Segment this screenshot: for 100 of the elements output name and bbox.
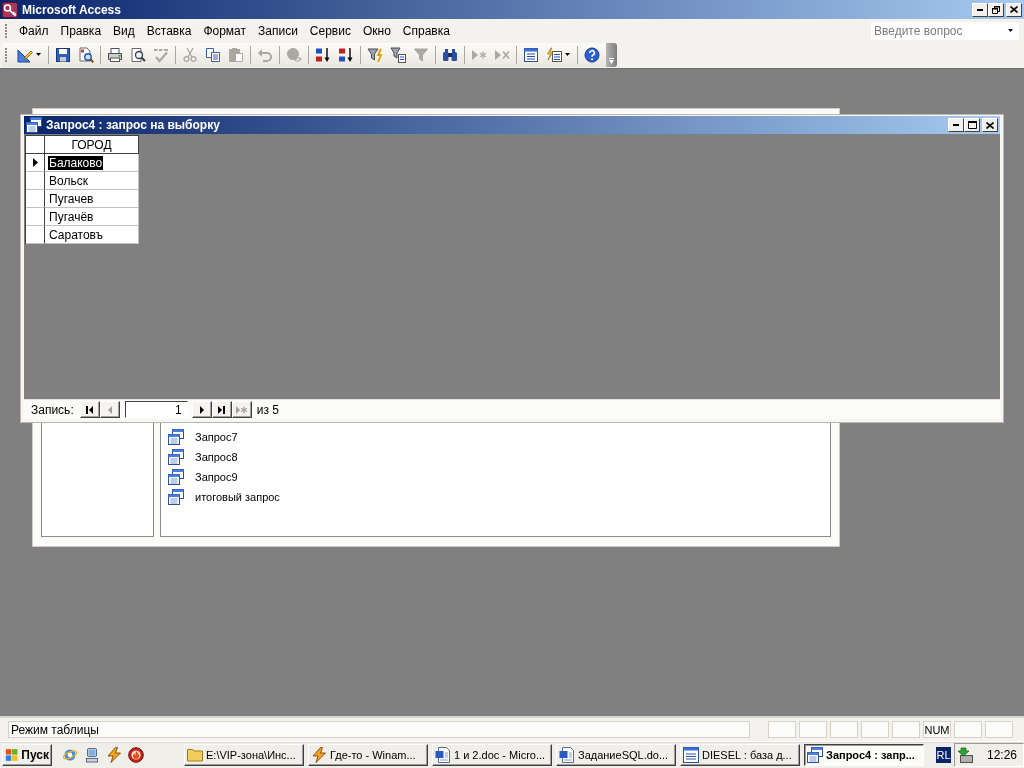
database-window-icon [683, 747, 699, 763]
table-cell: Вольск [45, 172, 139, 190]
close-button[interactable] [1006, 2, 1022, 17]
device-arrow-icon[interactable] [958, 747, 974, 763]
table-cell: Пугачёв [45, 208, 139, 226]
restore-button[interactable] [988, 2, 1004, 17]
new-record-icon [236, 405, 248, 414]
printer-icon[interactable] [106, 46, 123, 63]
funnel-form-icon[interactable] [389, 46, 406, 63]
taskbar-button[interactable]: 1 и 2.doc - Micro... [432, 744, 552, 766]
menu-item[interactable]: Окно [356, 21, 397, 40]
next-record-icon [199, 405, 204, 414]
record-selector[interactable] [26, 154, 45, 172]
indicator-panel [985, 721, 1013, 738]
lightning-icon [311, 747, 327, 763]
table-cell: Саратовъ [45, 226, 139, 244]
indicator-panel [830, 721, 858, 738]
previous-record-icon [107, 405, 112, 414]
funnel-lightning-icon[interactable] [366, 46, 383, 63]
folder-icon [187, 747, 203, 763]
computer-icon[interactable] [84, 747, 100, 763]
datasheet-icon [168, 449, 184, 465]
page-magnifier-icon[interactable] [77, 46, 94, 63]
minimize-button[interactable] [972, 2, 988, 17]
window-title: Microsoft Access [22, 2, 121, 17]
minimize-icon [977, 8, 983, 11]
maximize-button[interactable] [964, 118, 980, 132]
column-header[interactable]: ГОРОД [45, 136, 139, 154]
caret-icon[interactable] [1007, 29, 1013, 32]
binoculars-icon[interactable] [441, 46, 458, 63]
datasheet-icon [26, 117, 42, 133]
menu-item[interactable]: Записи [252, 21, 304, 40]
question-field[interactable]: Введите вопрос [871, 21, 1001, 40]
record-label: Запись: [31, 402, 74, 417]
taskbar-button[interactable]: ЗаданиеSQL.do... [556, 744, 676, 766]
indicator-panel [861, 721, 889, 738]
query-list-item[interactable]: Запрос8 [168, 447, 238, 467]
taskbar-button[interactable]: DIESEL : база д... [680, 744, 800, 766]
indicator-panel [799, 721, 827, 738]
help-icon[interactable] [583, 46, 600, 63]
menu-item[interactable]: Вставка [140, 21, 198, 40]
new-object-icon[interactable] [546, 46, 562, 63]
record-selector[interactable] [26, 226, 45, 244]
table-cell: Балаково [45, 154, 139, 172]
current-record-icon [32, 158, 38, 167]
menu-item[interactable]: Правка [54, 21, 108, 40]
menu-item[interactable]: Справка [396, 21, 456, 40]
restore-icon [992, 5, 1000, 14]
select-all-corner[interactable] [26, 136, 45, 154]
query-list-item[interactable]: итоговый запрос [168, 487, 280, 507]
caret-icon[interactable] [36, 53, 41, 56]
datasheet-icon [168, 469, 184, 485]
key-icon [2, 1, 18, 18]
table-cell: Пугачев [45, 190, 139, 208]
page-preview-icon[interactable] [129, 46, 146, 63]
copy-pages-icon[interactable] [204, 46, 221, 63]
datasheet-icon [168, 489, 184, 505]
record-number-field[interactable]: 1 [124, 401, 188, 418]
menu-item[interactable]: Вид [107, 21, 141, 40]
database-window-icon[interactable] [522, 46, 539, 63]
status-text: Режим таблицы [8, 721, 750, 738]
orbit-globe-icon[interactable] [62, 747, 78, 763]
taskbar-button[interactable]: Запрос4 : запр... [804, 744, 924, 766]
minimize-button[interactable] [948, 118, 964, 132]
close-icon [986, 121, 994, 129]
query-list-item[interactable]: Запрос9 [168, 467, 238, 487]
document-icon [559, 747, 575, 763]
lightning-icon[interactable] [106, 747, 122, 763]
sort-descending-icon[interactable] [337, 46, 354, 63]
record-selector[interactable] [26, 190, 45, 208]
record-selector[interactable] [26, 208, 45, 226]
first-record-icon [86, 405, 94, 414]
dropdown-button[interactable] [1001, 21, 1019, 40]
minimize-icon [953, 124, 959, 126]
next-record-button[interactable] [191, 401, 212, 418]
menu-item[interactable]: Файл [13, 21, 55, 40]
close-button[interactable] [982, 118, 998, 132]
first-record-button[interactable] [79, 401, 100, 418]
taskbar-button[interactable]: Где-то - Winam... [308, 744, 428, 766]
datasheet-icon [168, 429, 184, 445]
menu-item[interactable]: Сервис [303, 21, 357, 40]
indicator-panel: NUM [923, 721, 951, 738]
flame-disc-icon[interactable] [128, 747, 144, 763]
record-selector[interactable] [26, 172, 45, 190]
sort-ascending-icon[interactable] [314, 46, 331, 63]
query-list-item[interactable]: Запрос7 [168, 427, 238, 447]
start-button[interactable]: Пуск [2, 744, 52, 766]
datasheet-icon [807, 747, 823, 763]
document-icon [435, 747, 451, 763]
taskbar-button[interactable]: E:\VIP-зона\Инс... [184, 744, 304, 766]
caret-icon[interactable] [565, 53, 570, 56]
clock: 12:26 [986, 748, 1017, 762]
options-caret-icon [609, 57, 614, 64]
language-indicator[interactable]: RL [936, 747, 951, 763]
indicator-panel [892, 721, 920, 738]
flag-icon [5, 747, 19, 763]
menu-item[interactable]: Формат [197, 21, 253, 40]
toolbar-options-button[interactable] [606, 42, 617, 67]
record-count: из 5 [256, 402, 279, 417]
close-icon [1010, 6, 1018, 13]
